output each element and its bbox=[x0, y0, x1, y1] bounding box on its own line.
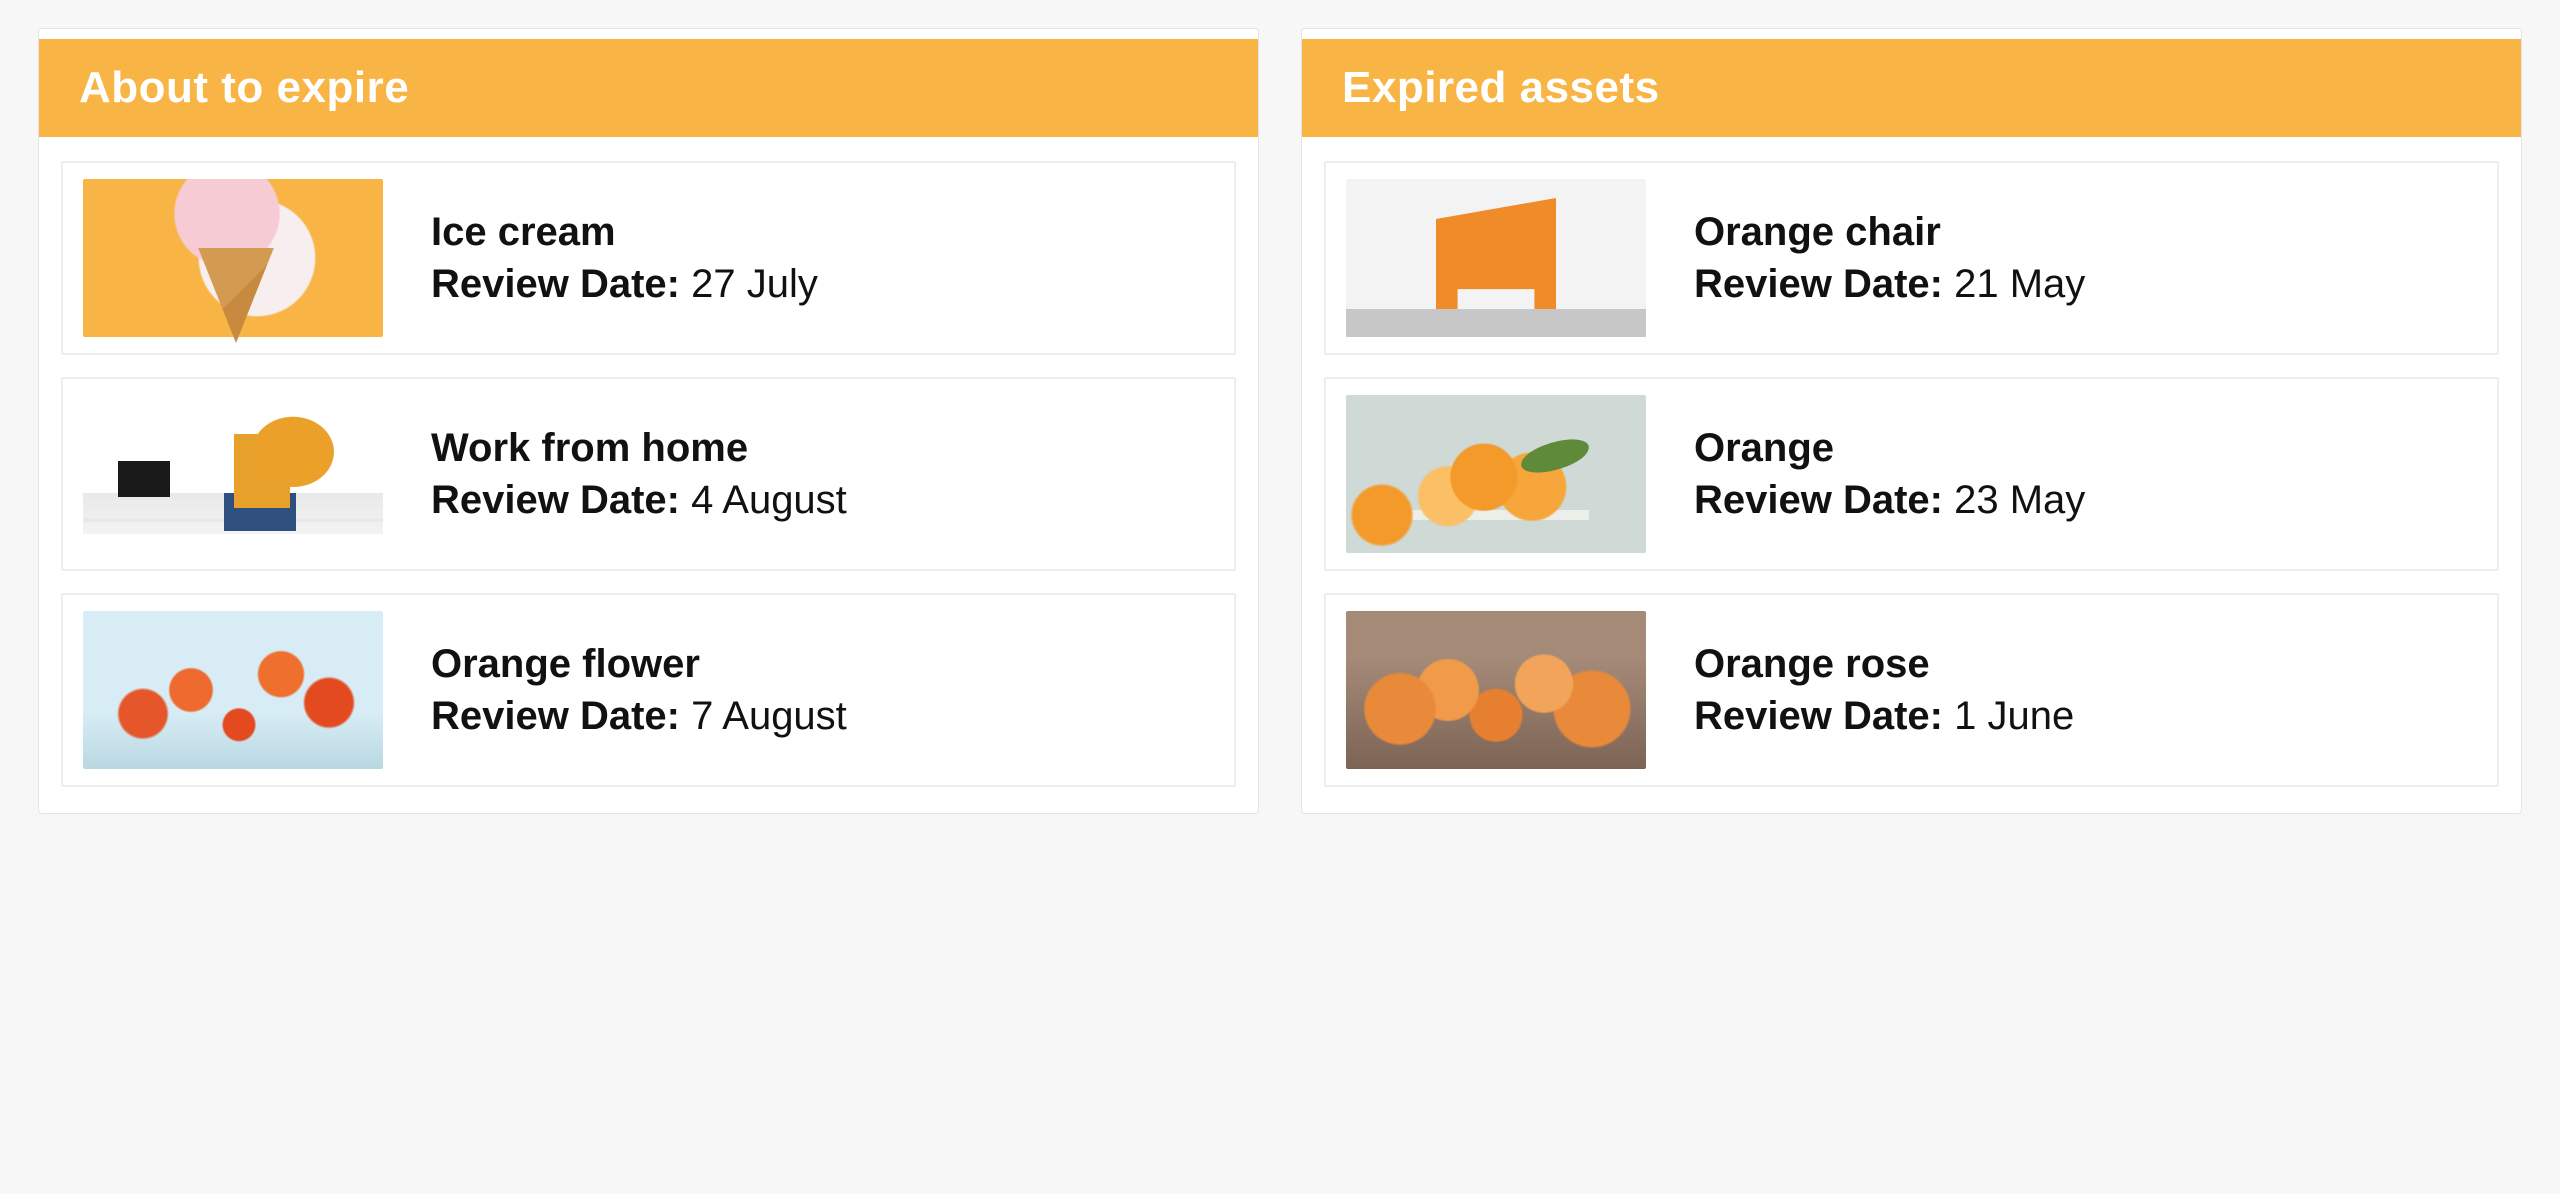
asset-card[interactable]: Orange Review Date: 23 May bbox=[1324, 377, 2499, 571]
asset-review-line: Review Date: 1 June bbox=[1694, 690, 2074, 742]
asset-card-text: Orange Review Date: 23 May bbox=[1694, 422, 2085, 526]
review-date-label: Review Date: bbox=[1694, 262, 1954, 306]
panel-about-to-expire: About to expire Ice cream Review Date: 2… bbox=[38, 28, 1259, 814]
asset-thumbnail bbox=[83, 179, 383, 337]
asset-title: Orange rose bbox=[1694, 638, 2074, 690]
review-date-value: 27 July bbox=[691, 262, 818, 306]
asset-card[interactable]: Orange rose Review Date: 1 June bbox=[1324, 593, 2499, 787]
asset-review-line: Review Date: 21 May bbox=[1694, 258, 2085, 310]
review-date-value: 7 August bbox=[691, 694, 847, 738]
review-date-value: 1 June bbox=[1954, 694, 2074, 738]
asset-title: Orange bbox=[1694, 422, 2085, 474]
panel-body: Ice cream Review Date: 27 July Work from… bbox=[39, 137, 1258, 813]
asset-card[interactable]: Work from home Review Date: 4 August bbox=[61, 377, 1236, 571]
asset-review-line: Review Date: 27 July bbox=[431, 258, 818, 310]
asset-title: Work from home bbox=[431, 422, 847, 474]
review-date-value: 4 August bbox=[691, 478, 847, 522]
asset-card[interactable]: Ice cream Review Date: 27 July bbox=[61, 161, 1236, 355]
asset-review-line: Review Date: 23 May bbox=[1694, 474, 2085, 526]
asset-title: Orange flower bbox=[431, 638, 847, 690]
asset-expiry-dashboard: About to expire Ice cream Review Date: 2… bbox=[0, 0, 2560, 842]
asset-thumbnail bbox=[1346, 179, 1646, 337]
asset-title: Ice cream bbox=[431, 206, 818, 258]
asset-review-line: Review Date: 4 August bbox=[431, 474, 847, 526]
asset-thumbnail bbox=[83, 395, 383, 553]
asset-card-text: Orange rose Review Date: 1 June bbox=[1694, 638, 2074, 742]
asset-thumbnail bbox=[1346, 611, 1646, 769]
panel-expired-assets: Expired assets Orange chair Review Date:… bbox=[1301, 28, 2522, 814]
review-date-label: Review Date: bbox=[1694, 694, 1954, 738]
asset-card-text: Ice cream Review Date: 27 July bbox=[431, 206, 818, 310]
panel-header: Expired assets bbox=[1302, 39, 2521, 137]
panel-body: Orange chair Review Date: 21 May Orange … bbox=[1302, 137, 2521, 813]
panel-header: About to expire bbox=[39, 39, 1258, 137]
review-date-value: 23 May bbox=[1954, 478, 2085, 522]
asset-card-text: Orange chair Review Date: 21 May bbox=[1694, 206, 2085, 310]
asset-card-text: Orange flower Review Date: 7 August bbox=[431, 638, 847, 742]
review-date-label: Review Date: bbox=[431, 478, 691, 522]
asset-thumbnail bbox=[1346, 395, 1646, 553]
review-date-label: Review Date: bbox=[431, 694, 691, 738]
asset-card-text: Work from home Review Date: 4 August bbox=[431, 422, 847, 526]
review-date-label: Review Date: bbox=[431, 262, 691, 306]
asset-thumbnail bbox=[83, 611, 383, 769]
asset-title: Orange chair bbox=[1694, 206, 2085, 258]
asset-card[interactable]: Orange flower Review Date: 7 August bbox=[61, 593, 1236, 787]
review-date-label: Review Date: bbox=[1694, 478, 1954, 522]
review-date-value: 21 May bbox=[1954, 262, 2085, 306]
asset-review-line: Review Date: 7 August bbox=[431, 690, 847, 742]
asset-card[interactable]: Orange chair Review Date: 21 May bbox=[1324, 161, 2499, 355]
